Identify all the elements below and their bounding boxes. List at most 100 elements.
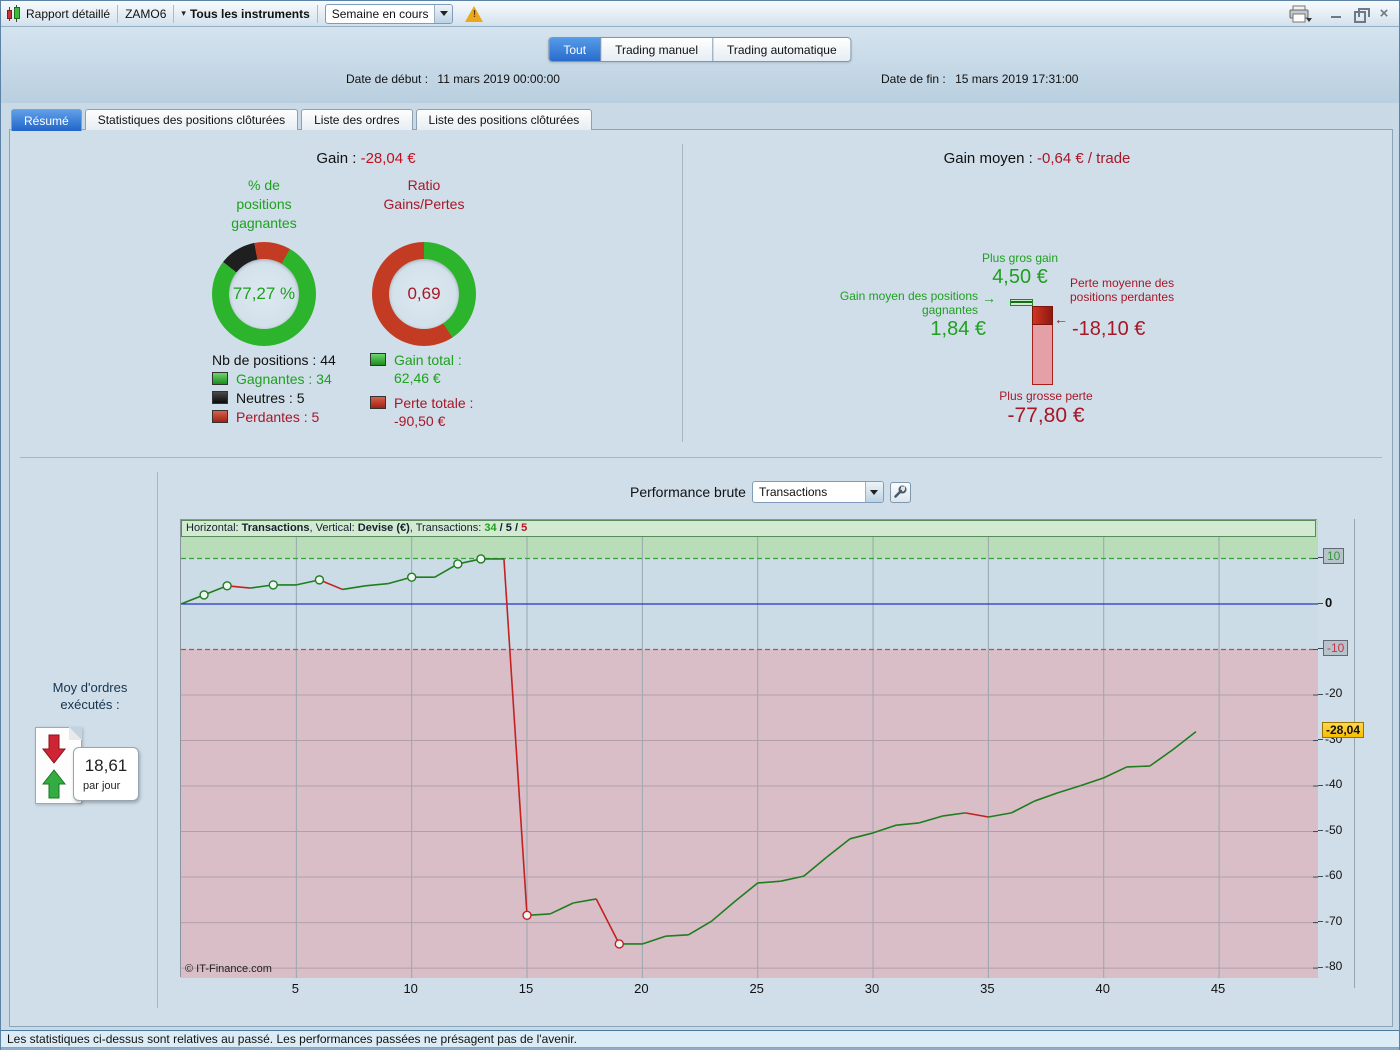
- mode-tabs: Tout Trading manuel Trading automatique: [548, 37, 852, 62]
- gain-moyen-value: -0,64 € / trade: [1036, 150, 1131, 167]
- x-axis-label: 10: [403, 981, 418, 996]
- avg-loss-value: -18,10 €: [1072, 318, 1146, 340]
- winrate-value: 77,27 %: [232, 284, 296, 303]
- y-tick: [1318, 784, 1323, 786]
- arrow-down-icon: [41, 734, 67, 764]
- titlebar-separator: [117, 4, 119, 23]
- chart-settings-button[interactable]: [889, 481, 911, 503]
- avg-loss-label: Perte moyenne des positions perdantes: [1070, 276, 1175, 304]
- y-axis-label: -80: [1325, 959, 1343, 974]
- performance-select-button[interactable]: [864, 482, 883, 502]
- tab-liste-positions[interactable]: Liste des positions clôturées: [415, 109, 593, 130]
- ratio-donut-chart: 0,69: [372, 242, 476, 346]
- chart-y-axis: 10 0 -10 -20 -30 -40 -50 -60 -70 -80 -28,04: [1317, 519, 1393, 989]
- date-start-value: 11 mars 2019 00:00:00: [437, 72, 560, 86]
- arrow-right-icon: →: [982, 290, 996, 306]
- status-text: Les statistiques ci-dessus sont relative…: [7, 1032, 577, 1046]
- legend-neutres: Neutres : 5: [212, 388, 336, 407]
- minimize-button[interactable]: [1329, 7, 1343, 21]
- performance-select[interactable]: Transactions: [751, 481, 884, 503]
- close-button[interactable]: ×: [1377, 6, 1391, 21]
- tab-tout[interactable]: Tout: [549, 38, 602, 61]
- totals-legend: Gain total : 62,46 € Perte totale : -90,…: [370, 350, 473, 431]
- y-axis-label: -50: [1325, 822, 1343, 837]
- y-axis-label: -70: [1325, 913, 1343, 928]
- avg-gain-marker: [1011, 301, 1032, 303]
- x-axis-label: 30: [864, 981, 880, 996]
- orders-avg-value-box: 18,61 par jour: [73, 747, 139, 801]
- tab-resume[interactable]: Résumé: [11, 109, 82, 131]
- caret-down-icon: [870, 489, 879, 495]
- status-bar: Les statistiques ci-dessus sont relative…: [1, 1030, 1399, 1048]
- tab-statistiques[interactable]: Statistiques des positions clôturées: [84, 109, 299, 130]
- date-end-label: Date de fin :: [881, 72, 946, 86]
- worst-loss-value: -77,80 €: [1007, 404, 1085, 427]
- titlebar-separator: [316, 4, 318, 23]
- y-tick: [1318, 739, 1323, 741]
- x-axis-label: 35: [980, 981, 995, 996]
- tab-trading-manuel[interactable]: Trading manuel: [601, 38, 713, 61]
- black-swatch-icon: [212, 391, 228, 404]
- chart-x-axis: 5 10 15 20 25 30 35 40 45: [180, 981, 1317, 997]
- tab-liste-ordres[interactable]: Liste des ordres: [301, 109, 413, 130]
- max-gain-bar: [1010, 299, 1033, 306]
- max-loss-bar: [1032, 306, 1053, 385]
- nb-positions: Nb de positions : 44: [212, 351, 336, 368]
- maximize-button[interactable]: [1353, 7, 1370, 23]
- warning-icon: !: [465, 5, 484, 22]
- y-tick: [1318, 602, 1323, 604]
- avg-loss-segment: [1032, 306, 1053, 325]
- avg-win-label: Gain moyen des positions gagnantes: [839, 289, 978, 317]
- page-fold-icon: [69, 727, 82, 740]
- tab-trading-automatique[interactable]: Trading automatique: [713, 38, 851, 61]
- donut-winrate-title: % de positions gagnantes: [231, 177, 297, 231]
- donut-ratio-title: Ratio Gains/Pertes: [383, 177, 465, 212]
- x-axis-label: 40: [1095, 981, 1110, 996]
- y-tick: [1318, 921, 1323, 923]
- ratio-value: 0,69: [407, 284, 441, 303]
- x-axis-label: 25: [749, 981, 764, 996]
- green-swatch-icon: [212, 372, 228, 385]
- period-select-value: Semaine en cours: [331, 6, 429, 21]
- instrument-name[interactable]: ZAMO6: [125, 7, 166, 21]
- titlebar: Rapport détaillé ZAMO6 ▾ Tous les instru…: [1, 1, 1399, 27]
- date-start-label: Date de début :: [346, 72, 429, 86]
- positions-legend: Nb de positions : 44 Gagnantes : 34 Neut…: [212, 350, 336, 426]
- performance-plot[interactable]: Horizontal: Transactions, Vertical: Devi…: [180, 519, 1318, 978]
- titlebar-separator: [173, 4, 175, 23]
- gain-label: Gain :: [316, 150, 357, 167]
- performance-select-value: Transactions: [758, 485, 828, 499]
- red-swatch-icon: [370, 396, 386, 409]
- avg-win-value: 1,84 €: [930, 318, 986, 340]
- caret-down-icon: [439, 11, 448, 16]
- y-tick: [1318, 693, 1323, 695]
- y-tick: [1318, 966, 1323, 968]
- orders-avg-unit: par jour: [83, 780, 121, 792]
- orders-avg-value: 18,61: [84, 756, 128, 775]
- x-axis-label: 20: [634, 981, 649, 996]
- x-axis-label: 15: [518, 981, 534, 996]
- perte-totale-value: -90,50 €: [394, 413, 446, 429]
- y-axis-label: 10: [1323, 548, 1345, 565]
- red-swatch-icon: [212, 410, 228, 423]
- instruments-filter[interactable]: Tous les instruments: [190, 7, 310, 21]
- green-swatch-icon: [370, 353, 386, 366]
- legend-gagnantes: Gagnantes : 34: [212, 369, 336, 388]
- gain-total-value: 62,46 €: [394, 370, 441, 386]
- print-button[interactable]: [1289, 5, 1313, 23]
- winrate-donut-chart: 77,27 %: [212, 242, 316, 346]
- app-candlestick-icon: [6, 5, 22, 22]
- gain-title: Gain : -28,04 €: [46, 150, 686, 167]
- period-select[interactable]: Semaine en cours: [324, 3, 454, 24]
- report-window: { "icons": { "arrow_right": "→", "arrow_…: [0, 0, 1400, 1050]
- period-select-button[interactable]: [434, 4, 453, 23]
- perte-totale-row: Perte totale :: [370, 393, 473, 412]
- summary-divider: [682, 144, 683, 442]
- date-end-value: 15 mars 2019 17:31:00: [955, 72, 1079, 86]
- chevron-down-icon: ▾: [181, 8, 186, 18]
- performance-header: Performance brute Transactions: [630, 481, 911, 503]
- y-axis-label: -10: [1323, 639, 1349, 656]
- date-start: Date de début : 11 mars 2019 00:00:00: [346, 72, 560, 86]
- report-panel: Gain : -28,04 € % de positions gagnantes…: [9, 129, 1393, 1027]
- y-axis-label: -60: [1325, 868, 1343, 883]
